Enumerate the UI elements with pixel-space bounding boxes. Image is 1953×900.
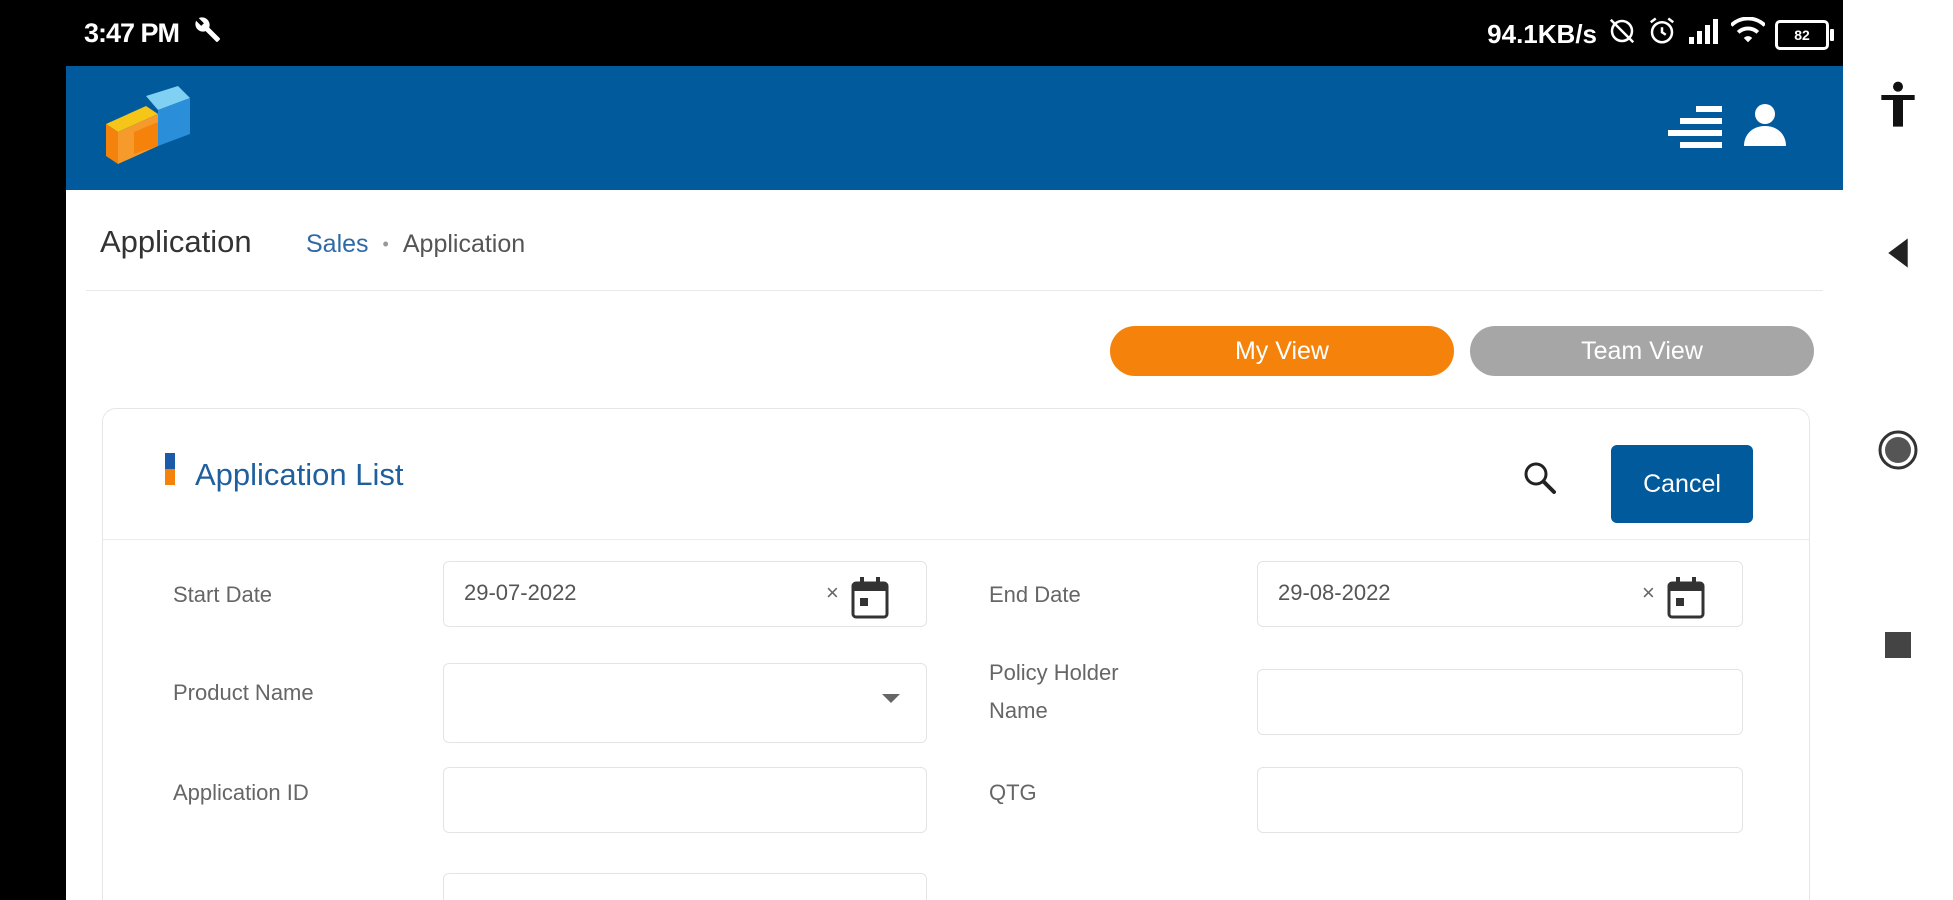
next-row-field[interactable] bbox=[443, 873, 927, 900]
wifi-icon bbox=[1729, 16, 1767, 52]
sync-off-icon bbox=[1607, 16, 1637, 53]
home-icon[interactable] bbox=[1843, 428, 1953, 477]
header-divider bbox=[86, 290, 1823, 291]
card-header: Application List Cancel bbox=[103, 409, 1809, 540]
wrench-icon bbox=[194, 16, 222, 51]
end-date-value: 29-08-2022 bbox=[1278, 580, 1391, 605]
policy-holder-name-label-line2: Name bbox=[989, 698, 1048, 723]
signal-icon bbox=[1687, 17, 1721, 52]
breadcrumb-sales[interactable]: Sales bbox=[306, 230, 369, 259]
qtg-label: QTG bbox=[989, 780, 1037, 805]
accessibility-icon[interactable] bbox=[1843, 80, 1953, 135]
application-id-label: Application ID bbox=[173, 780, 309, 805]
start-date-value: 29-07-2022 bbox=[464, 580, 577, 605]
search-icon[interactable] bbox=[1523, 461, 1557, 495]
brand-logo-icon[interactable] bbox=[98, 84, 193, 172]
left-screen-edge bbox=[0, 0, 66, 900]
breadcrumb-application: Application bbox=[402, 230, 526, 258]
battery-icon: 82 bbox=[1775, 19, 1834, 50]
clear-icon[interactable]: × bbox=[1642, 580, 1655, 606]
alarm-icon bbox=[1647, 16, 1677, 53]
breadcrumb-separator: • bbox=[382, 234, 389, 254]
app-window: Application Sales • Application My View … bbox=[66, 66, 1843, 900]
end-date-label: End Date bbox=[989, 582, 1081, 607]
breadcrumb: Sales • Application bbox=[306, 230, 525, 259]
menu-icon[interactable] bbox=[1666, 102, 1726, 150]
top-app-bar bbox=[66, 66, 1843, 190]
calendar-icon[interactable] bbox=[1666, 576, 1706, 620]
application-id-field[interactable] bbox=[443, 767, 927, 833]
calendar-icon[interactable] bbox=[850, 576, 890, 620]
clear-icon[interactable]: × bbox=[826, 580, 839, 606]
page-title: Application bbox=[100, 224, 252, 259]
recents-icon[interactable] bbox=[1843, 630, 1953, 665]
title-accent-mark bbox=[165, 453, 175, 485]
status-bar: 3:47 PM 94.1KB/s 82 bbox=[66, 0, 1843, 66]
cancel-button[interactable]: Cancel bbox=[1611, 445, 1753, 523]
card-title: Application List bbox=[195, 457, 404, 492]
application-list-card: Application List Cancel Start Date 29-07… bbox=[102, 408, 1810, 900]
status-time: 3:47 PM bbox=[84, 18, 180, 48]
policy-holder-name-label: Policy Holder bbox=[989, 660, 1119, 685]
start-date-label: Start Date bbox=[173, 582, 273, 607]
view-toggle: My View Team View bbox=[1110, 326, 1814, 376]
system-nav-bar bbox=[1843, 0, 1953, 900]
chevron-down-icon[interactable] bbox=[882, 694, 900, 703]
product-name-label: Product Name bbox=[173, 680, 314, 705]
product-name-select[interactable] bbox=[443, 663, 927, 743]
end-date-field[interactable]: 29-08-2022 × bbox=[1257, 561, 1743, 627]
team-view-button[interactable]: Team View bbox=[1470, 326, 1814, 376]
policy-holder-name-field[interactable] bbox=[1257, 669, 1743, 735]
back-icon[interactable] bbox=[1843, 236, 1953, 275]
net-speed: 94.1KB/s bbox=[1487, 19, 1597, 49]
start-date-field[interactable]: 29-07-2022 × bbox=[443, 561, 927, 627]
user-icon[interactable] bbox=[1740, 100, 1790, 150]
my-view-button[interactable]: My View bbox=[1110, 326, 1454, 376]
qtg-field[interactable] bbox=[1257, 767, 1743, 833]
